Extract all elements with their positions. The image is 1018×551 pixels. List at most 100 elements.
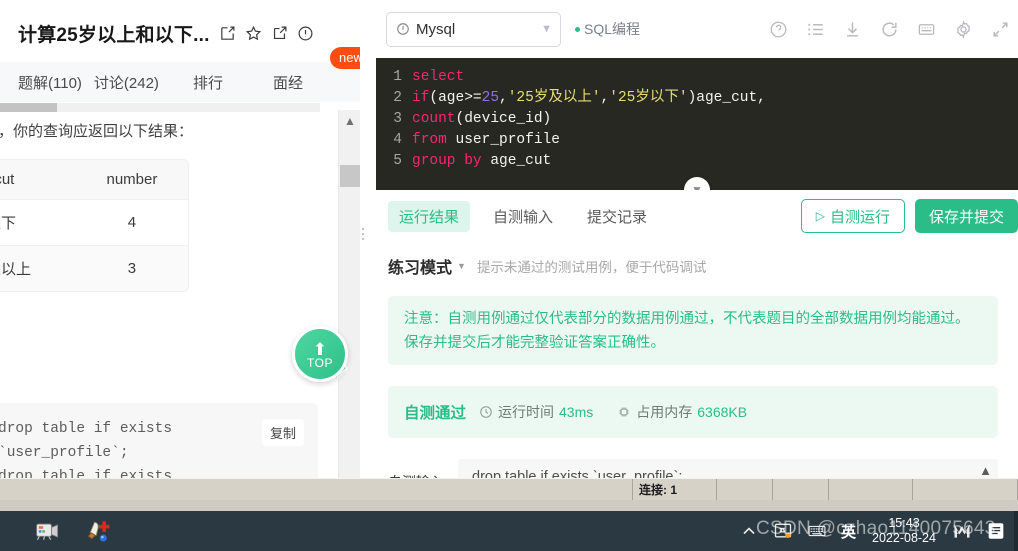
scroll-to-top-label: TOP xyxy=(307,355,333,370)
code-line-content: from user_profile xyxy=(412,130,560,151)
tab-self-test-input[interactable]: 自测输入 xyxy=(482,201,564,232)
play-icon: ▷ xyxy=(815,209,825,223)
download-icon[interactable] xyxy=(843,20,862,39)
panel-resize-handle[interactable] xyxy=(362,228,364,240)
code-token: '25岁及以上' xyxy=(507,90,601,106)
table-row: 以下 4 xyxy=(0,199,188,246)
editor-mode-label: SQL编程 xyxy=(575,19,640,39)
tab-discussion[interactable]: 讨论(242) xyxy=(94,72,159,93)
cell-number: 4 xyxy=(75,199,188,246)
cell-age-cut: 及以上 xyxy=(0,245,76,291)
problem-tabs: 题解(110) 讨论(242) 排行 面经 xyxy=(0,62,360,102)
taskbar-clock[interactable]: 15:43 2022-08-24 xyxy=(870,516,938,546)
code-line: 3 count(device_id) xyxy=(376,109,1018,130)
memory-value: 6368KB xyxy=(697,404,748,420)
fullscreen-icon[interactable] xyxy=(991,20,1010,39)
tab-submission-records[interactable]: 提交记录 xyxy=(576,201,658,232)
chevron-down-icon[interactable]: ▼ xyxy=(457,261,466,271)
chevron-up-icon[interactable] xyxy=(739,521,759,541)
scroll-up-arrow[interactable]: ▲ xyxy=(339,110,360,132)
info-circle-icon xyxy=(396,22,410,36)
status-cell-connection: 连接: 1 xyxy=(633,479,717,500)
practice-mode-hint: 提示未通过的测试用例，便于代码调试 xyxy=(476,260,707,275)
save-and-submit-button[interactable]: 保存并提交 xyxy=(914,199,1018,233)
practice-mode-row: 练习模式 ▼ 提示未通过的测试用例，便于代码调试 xyxy=(376,246,1018,286)
taskbar-app-icons xyxy=(0,517,112,545)
expected-result-table: _cut number 以下 4 及以上 3 xyxy=(0,160,188,291)
sample-data-code-block: drop table if exists `user_profile`; dro… xyxy=(0,403,318,481)
code-token: )age_cut, xyxy=(687,90,766,106)
editor-tool-icons xyxy=(769,19,1012,39)
copy-button[interactable]: 复制 xyxy=(261,419,304,446)
screen: 计算25岁以上和以下... 题解(110) 讨论(242) 排行 面经 new … xyxy=(0,0,1018,551)
memory-stat: 占用内存 6368KB xyxy=(617,402,747,422)
code-line-content: group by age_cut xyxy=(412,151,551,172)
notification-icon[interactable] xyxy=(986,521,1006,541)
screen-recorder-icon[interactable] xyxy=(34,517,62,545)
code-line: 4 from user_profile xyxy=(376,130,1018,151)
horizontal-scrollbar[interactable] xyxy=(0,103,320,112)
collapse-input-icon[interactable]: ▲ xyxy=(979,463,992,478)
vertical-scrollbar[interactable]: ▲ ▼ xyxy=(338,110,360,495)
chevron-down-icon: ▼ xyxy=(541,23,552,35)
screenshot-tool-icon[interactable] xyxy=(773,521,793,541)
code-token: 25 xyxy=(481,90,500,106)
clock-time: 15:43 xyxy=(888,516,920,530)
status-cell-3 xyxy=(773,479,829,500)
code-token: group by xyxy=(412,153,482,169)
scroll-to-top-button[interactable]: ⬆ TOP xyxy=(292,326,350,382)
status-cell-blank xyxy=(0,479,633,500)
line-number: 1 xyxy=(393,69,402,85)
info-icon[interactable] xyxy=(297,25,314,42)
code-line-content: if(age>=25,'25岁及以上','25岁以下')age_cut, xyxy=(412,88,766,109)
practice-mode-label[interactable]: 练习模式 xyxy=(388,254,452,278)
code-token: '25岁以下' xyxy=(609,90,688,106)
status-cell-5 xyxy=(913,479,1018,500)
settings-icon[interactable] xyxy=(954,19,973,39)
sql-code-editor[interactable]: 1 select 2 if(age>=25,'25岁及以上','25岁以下')age_… xyxy=(376,58,1018,190)
ime-indicator[interactable]: 英 xyxy=(841,521,856,542)
vertical-scrollbar-thumb[interactable] xyxy=(340,165,360,187)
new-badge: new xyxy=(330,47,360,69)
code-line-content: count(device_id) xyxy=(412,109,551,130)
background-window-status-bar: 连接: 1 xyxy=(0,478,1018,500)
tab-solutions[interactable]: 题解(110) xyxy=(18,72,82,93)
code-line: 5 group by age_cut xyxy=(376,151,1018,172)
taskbar-tray: 英 15:43 2022-08-24 xyxy=(739,516,1018,546)
horizontal-scrollbar-thumb[interactable] xyxy=(0,103,57,112)
code-token: (age>= xyxy=(429,90,482,106)
database-select[interactable]: Mysql ▼ xyxy=(386,11,561,47)
windows-taskbar: 英 15:43 2022-08-24 CSDN @czhao1140075643 xyxy=(0,511,1018,551)
tab-interview[interactable]: 面经 xyxy=(273,72,303,93)
list-icon[interactable] xyxy=(806,20,825,39)
keyboard-icon[interactable] xyxy=(807,521,827,541)
runtime-label: 运行时间 xyxy=(498,404,555,420)
table-header-row: _cut number xyxy=(0,160,188,200)
keyboard-icon[interactable] xyxy=(917,20,936,39)
star-icon[interactable] xyxy=(245,25,262,42)
edit-icon[interactable] xyxy=(219,25,236,42)
column-header-number: number xyxy=(75,160,188,200)
code-token: user_profile xyxy=(446,132,560,148)
collapse-editor-button[interactable]: ▼ xyxy=(684,177,710,190)
handle-dot xyxy=(362,228,364,230)
window-gap xyxy=(0,500,1018,511)
tab-run-result[interactable]: 运行结果 xyxy=(388,200,471,232)
share-icon[interactable] xyxy=(271,25,288,42)
run-test-button[interactable]: ▷ 自测运行 xyxy=(800,199,905,233)
line-number: 5 xyxy=(393,153,402,169)
help-icon[interactable] xyxy=(769,20,788,39)
clock-date: 2022-08-24 xyxy=(872,531,936,545)
chip-icon xyxy=(617,405,631,419)
database-name: Mysql xyxy=(416,20,456,38)
runtime-value: 43ms xyxy=(559,404,594,420)
m-icon[interactable] xyxy=(952,521,972,541)
refresh-icon[interactable] xyxy=(880,20,899,39)
game-app-icon[interactable] xyxy=(84,517,112,545)
editor-panel: Mysql ▼ SQL编程 1 select 2 if(age>=25,'25岁… xyxy=(376,0,1018,495)
tab-ranking[interactable]: 排行 xyxy=(193,72,223,93)
expected-result-label: ，你的查询应返回以下结果： xyxy=(0,123,194,140)
status-dot xyxy=(575,26,580,32)
page-title: 计算25岁以上和以下... xyxy=(18,24,210,46)
code-token: count xyxy=(412,111,456,127)
